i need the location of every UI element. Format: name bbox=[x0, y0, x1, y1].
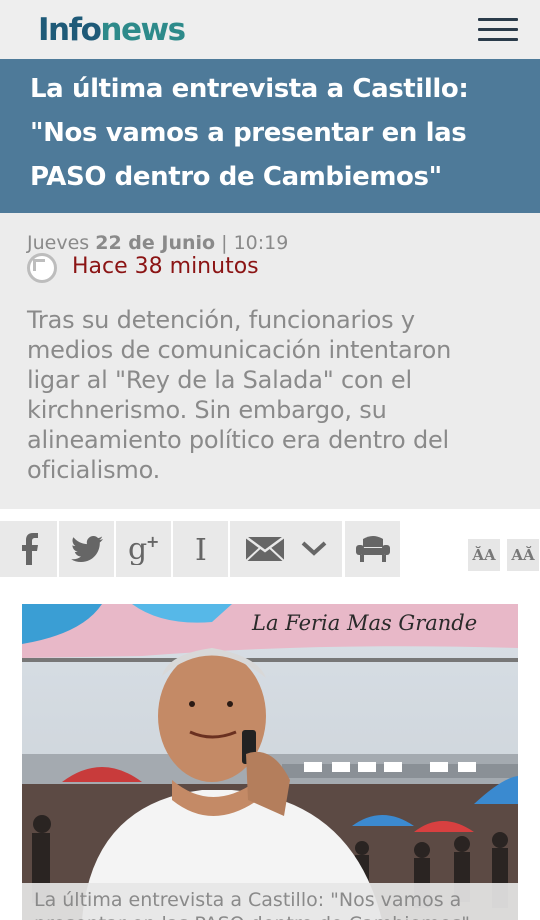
menu-bar bbox=[478, 38, 518, 41]
photo-illustration: La Feria Mas Grande bbox=[22, 604, 518, 920]
instapaper-icon: I bbox=[195, 533, 207, 565]
font-increase-button[interactable]: AĂ bbox=[507, 539, 539, 571]
google-plus-share-button[interactable]: g + bbox=[116, 521, 171, 577]
google-plus-icon: g+ bbox=[128, 533, 159, 565]
article-title-block: La última entrevista a Castillo: "Nos va… bbox=[0, 59, 540, 213]
article-meta-block: Jueves 22 de Junio | 10:19 Hace 38 minut… bbox=[0, 213, 540, 509]
facebook-icon bbox=[21, 533, 38, 565]
facebook-share-button[interactable] bbox=[0, 521, 57, 577]
infonews-logo[interactable]: Infonews bbox=[38, 12, 186, 48]
title-line: PASO dentro de Cambiemos" bbox=[30, 162, 442, 192]
time-ago: Hace 38 minutos bbox=[72, 254, 259, 279]
article-date: Jueves 22 de Junio | 10:19 bbox=[27, 231, 288, 255]
font-decrease-button[interactable]: ĂA bbox=[468, 539, 500, 571]
email-share-button[interactable] bbox=[230, 521, 342, 577]
title-line: La última entrevista a Castillo: bbox=[30, 74, 469, 104]
twitter-share-button[interactable] bbox=[59, 521, 114, 577]
title-line: "Nos vamos a presentar en las bbox=[30, 118, 467, 148]
menu-bar bbox=[478, 18, 518, 21]
share-bar: g + I bbox=[0, 521, 540, 577]
chevron-down-icon[interactable] bbox=[301, 541, 327, 557]
svg-text:I: I bbox=[195, 533, 207, 565]
twitter-icon bbox=[70, 536, 103, 562]
hamburger-menu-icon[interactable] bbox=[478, 18, 518, 42]
banner-text: La Feria Mas Grande bbox=[251, 611, 477, 635]
svg-text:g: g bbox=[128, 533, 147, 565]
clock-icon bbox=[27, 253, 57, 283]
top-header: Infonews bbox=[0, 0, 540, 59]
menu-bar bbox=[478, 28, 518, 31]
date-time: | 10:19 bbox=[221, 232, 289, 254]
reader-mode-button[interactable] bbox=[345, 521, 400, 577]
article-title: La última entrevista a Castillo: "Nos va… bbox=[30, 67, 510, 199]
svg-text:+: + bbox=[146, 533, 159, 551]
logo-text-news: news bbox=[100, 12, 186, 48]
photo-caption: La última entrevista a Castillo: "Nos va… bbox=[22, 883, 518, 920]
email-icon bbox=[245, 536, 285, 562]
logo-text-info: Info bbox=[38, 12, 102, 48]
article-photo[interactable]: La Feria Mas Grande bbox=[22, 604, 518, 920]
article-summary: Tras su detención, funcionarios y medios… bbox=[27, 306, 452, 484]
armchair-icon bbox=[355, 536, 390, 562]
instapaper-share-button[interactable]: I bbox=[173, 521, 228, 577]
date-main: 22 de Junio bbox=[95, 232, 216, 254]
date-day: Jueves bbox=[27, 232, 90, 254]
